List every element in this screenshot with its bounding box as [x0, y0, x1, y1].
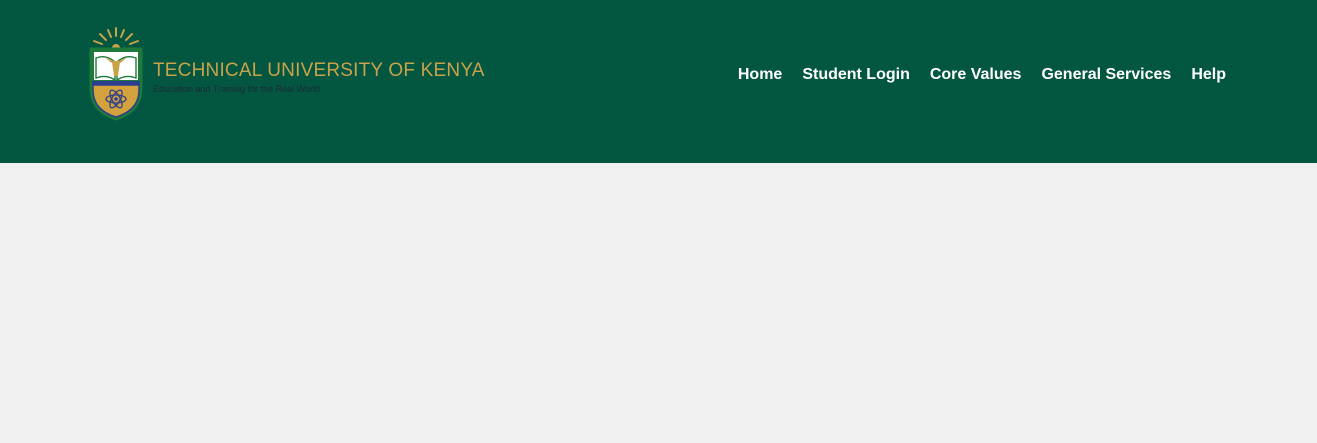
nav-general-services[interactable]: General Services: [1041, 64, 1171, 86]
nav-core-values[interactable]: Core Values: [930, 64, 1022, 86]
site-logo-link[interactable]: TECHNICAL UNIVERSITY OF KENYA Education …: [86, 26, 486, 126]
main-nav: Home Student Login Core Values General S…: [738, 64, 1226, 86]
brand-name: TECHNICAL UNIVERSITY OF KENYA: [153, 60, 485, 81]
nav-student-login[interactable]: Student Login: [802, 64, 910, 86]
university-crest-icon: [89, 27, 143, 121]
site-header: TECHNICAL UNIVERSITY OF KENYA Education …: [0, 0, 1317, 163]
page-content: [0, 163, 1317, 443]
nav-home[interactable]: Home: [738, 64, 782, 86]
brand-tagline: Education and Training for the Real Worl…: [153, 84, 320, 94]
nav-help[interactable]: Help: [1191, 64, 1226, 86]
